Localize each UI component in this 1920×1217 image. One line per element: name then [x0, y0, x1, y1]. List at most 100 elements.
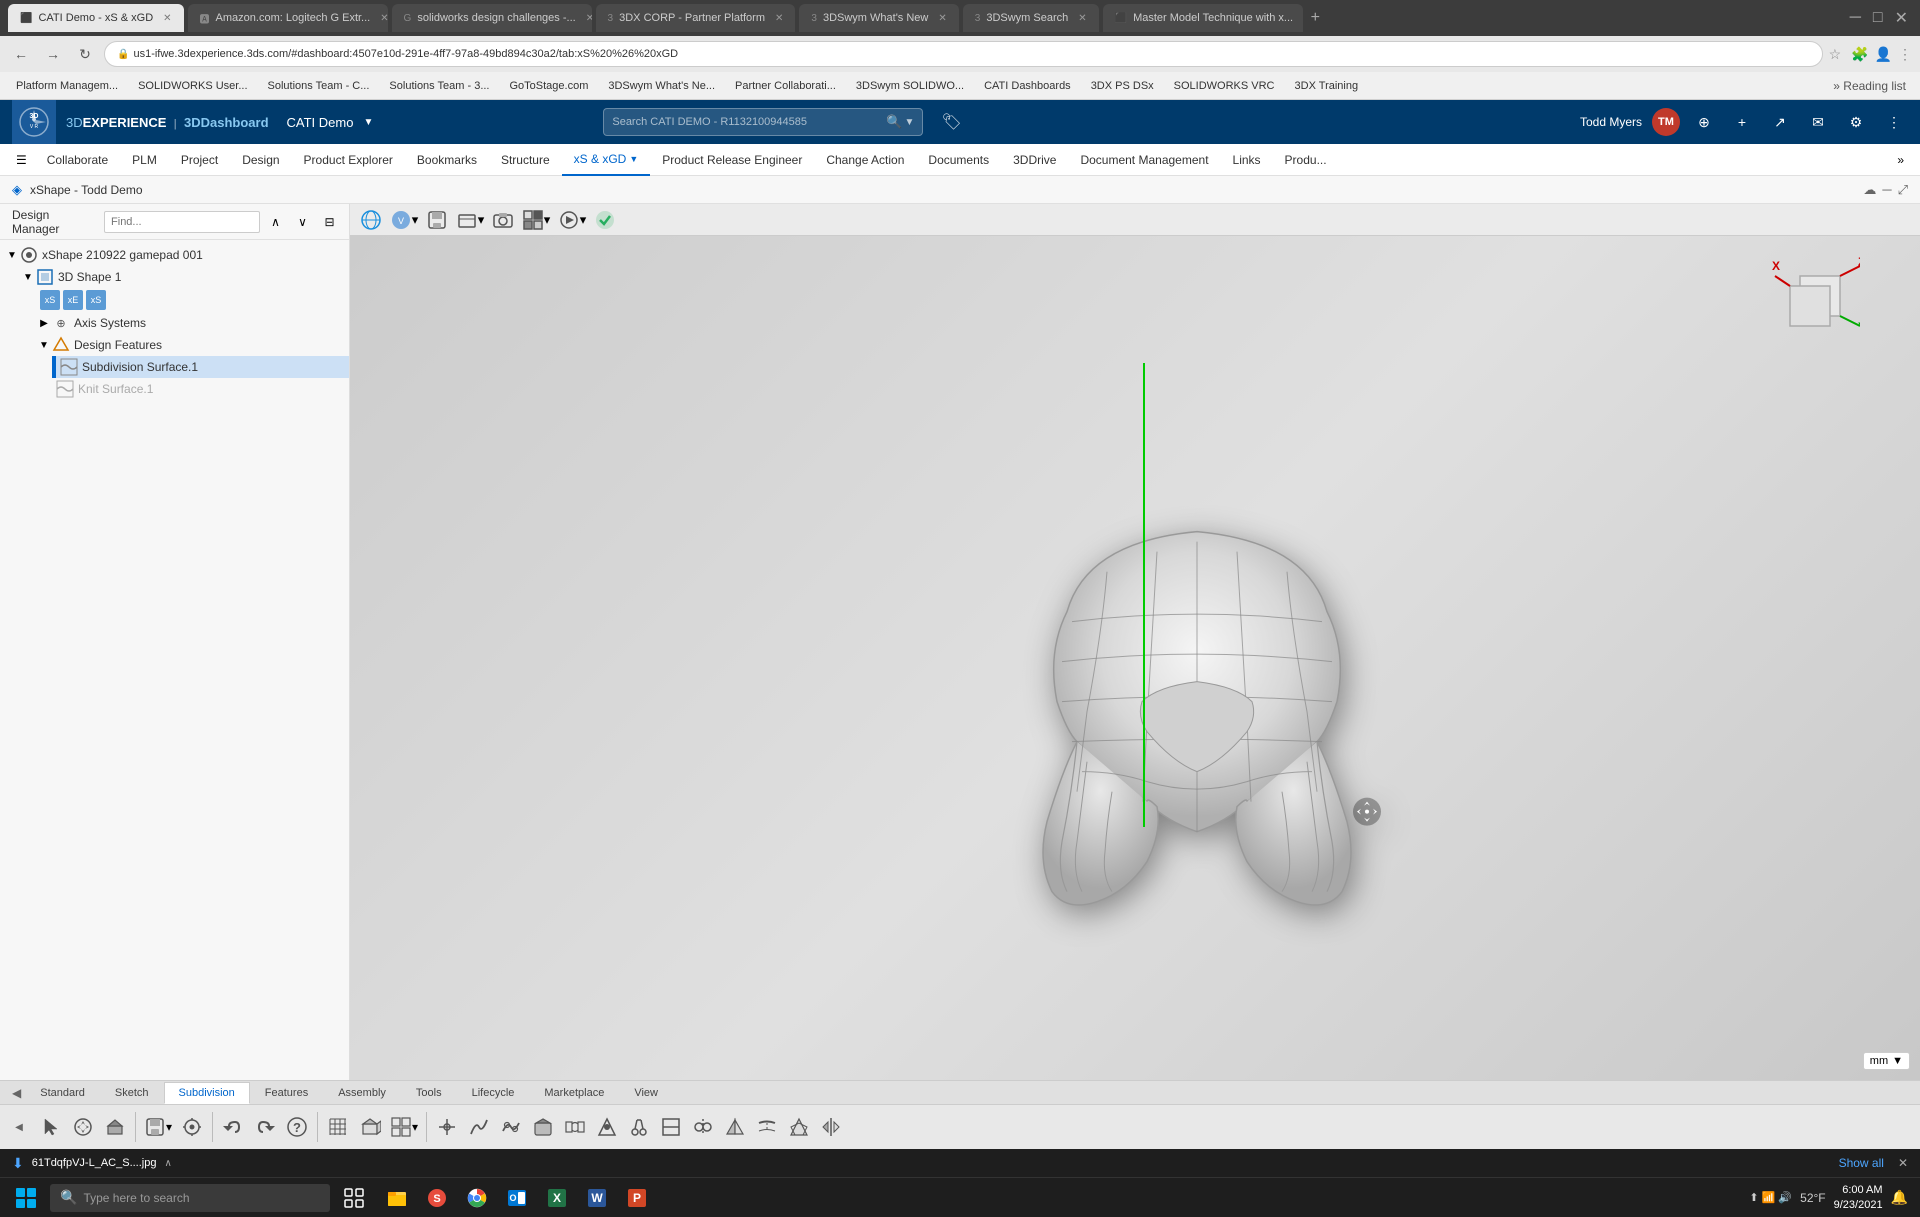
nav-plm[interactable]: PLM: [120, 144, 169, 176]
tb-tools-btn[interactable]: [177, 1109, 207, 1145]
tb-mirror-btn[interactable]: [720, 1109, 750, 1145]
bookmark-1[interactable]: SOLIDWORKS User...: [130, 78, 255, 94]
vp-camera-btn[interactable]: [490, 207, 516, 233]
tb-multiview-btn[interactable]: ▾: [387, 1109, 421, 1145]
tree-expand-3dshape[interactable]: ▼: [20, 269, 36, 285]
nav-product-explorer[interactable]: Product Explorer: [292, 144, 405, 176]
tag-icon[interactable]: 🏷: [941, 112, 961, 132]
nav-product-release[interactable]: Product Release Engineer: [650, 144, 814, 176]
tree-expand-axis[interactable]: ▶: [36, 315, 52, 331]
taskbar-app-word[interactable]: W: [578, 1180, 616, 1216]
tb-cut-btn[interactable]: [624, 1109, 654, 1145]
start-btn[interactable]: [4, 1180, 48, 1216]
tree-knit[interactable]: Knit Surface.1: [0, 378, 349, 400]
bookmark-9[interactable]: 3DX PS DSx: [1083, 78, 1162, 94]
status-close-btn[interactable]: ✕: [1898, 1156, 1908, 1170]
tree-shape-icon-2[interactable]: xE: [63, 290, 83, 310]
find-up-btn[interactable]: ∧: [264, 210, 287, 234]
show-all-btn[interactable]: Show all: [1839, 1156, 1884, 1170]
vp-check-btn[interactable]: [592, 207, 618, 233]
bookmark-0[interactable]: Platform Managem...: [8, 78, 126, 94]
tab-close-2[interactable]: ✕: [586, 13, 592, 24]
bottom-tab-scroll-left[interactable]: ◀: [8, 1086, 25, 1100]
bookmark-star[interactable]: ☆: [1829, 46, 1842, 63]
nav-xs-xgd[interactable]: xS & xGD ▼: [562, 144, 651, 176]
bottom-tab-features[interactable]: Features: [250, 1082, 323, 1104]
back-btn[interactable]: ←: [8, 41, 34, 67]
nav-doc-management[interactable]: Document Management: [1068, 144, 1220, 176]
tab-close-5[interactable]: ✕: [1078, 13, 1086, 24]
nav-produ[interactable]: Produ...: [1273, 144, 1339, 176]
taskbar-app-explorer[interactable]: [378, 1180, 416, 1216]
search-dropdown-arrow[interactable]: ▼: [904, 117, 914, 128]
bottom-tab-subdivision[interactable]: Subdivision: [164, 1082, 250, 1104]
add-btn[interactable]: +: [1728, 108, 1756, 136]
tb-fill-btn[interactable]: [528, 1109, 558, 1145]
address-bar[interactable]: 🔒 us1-ifwe.3dexperience.3ds.com/#dashboa…: [104, 41, 1823, 67]
nav-change-action[interactable]: Change Action: [814, 144, 916, 176]
tb-symmetry-btn[interactable]: [816, 1109, 846, 1145]
bookmark-10[interactable]: SOLIDWORKS VRC: [1166, 78, 1283, 94]
tb-expand-btn[interactable]: ◀: [4, 1109, 34, 1145]
bookmark-6[interactable]: Partner Collaborati...: [727, 78, 844, 94]
minimize-panel-btn[interactable]: ─: [1882, 182, 1891, 198]
cloud-icon[interactable]: ☁: [1863, 182, 1876, 198]
tb-3d-btn[interactable]: [355, 1109, 385, 1145]
company-dropdown-arrow[interactable]: ▼: [363, 117, 373, 128]
tree-shape-icon-1[interactable]: xS: [40, 290, 60, 310]
tb-extrude-btn[interactable]: [100, 1109, 130, 1145]
browser-menu-btn[interactable]: ⋮: [1898, 46, 1912, 63]
bookmark-3[interactable]: Solutions Team - 3...: [381, 78, 497, 94]
nav-structure[interactable]: Structure: [489, 144, 562, 176]
vp-render-btn[interactable]: ▾: [556, 207, 588, 233]
viewport-canvas[interactable]: Z Y X mm ▼: [350, 236, 1920, 1080]
bottom-tab-sketch[interactable]: Sketch: [100, 1082, 164, 1104]
find-input[interactable]: [104, 211, 260, 233]
maximize-btn[interactable]: □: [1869, 9, 1887, 27]
nav-links[interactable]: Links: [1221, 144, 1273, 176]
nav-collaborate[interactable]: Collaborate: [35, 144, 120, 176]
tb-bridge-btn[interactable]: [560, 1109, 590, 1145]
tb-weld-btn[interactable]: [688, 1109, 718, 1145]
tree-expand-features[interactable]: ▼: [36, 337, 52, 353]
vp-display-btn[interactable]: ▾: [520, 207, 552, 233]
bookmark-5[interactable]: 3DSwym What's Ne...: [600, 78, 723, 94]
refresh-btn[interactable]: ↻: [72, 41, 98, 67]
tb-smooth-btn[interactable]: [496, 1109, 526, 1145]
tb-help-btn[interactable]: ?: [282, 1109, 312, 1145]
tree-subdivision[interactable]: Subdivision Surface.1: [56, 356, 349, 378]
bottom-tab-marketplace[interactable]: Marketplace: [529, 1082, 619, 1104]
bookmark-7[interactable]: 3DSwym SOLIDWO...: [848, 78, 972, 94]
restore-panel-btn[interactable]: ⤢: [1898, 182, 1908, 198]
find-down-btn[interactable]: ∨: [291, 210, 314, 234]
tab-close-3[interactable]: ✕: [775, 13, 783, 24]
tb-redo-btn[interactable]: [250, 1109, 280, 1145]
taskbar-app-snagit[interactable]: S: [418, 1180, 456, 1216]
bottom-tab-assembly[interactable]: Assembly: [323, 1082, 401, 1104]
vp-scene-btn[interactable]: ▾: [454, 207, 486, 233]
taskbar-search-box[interactable]: 🔍 Type here to search: [50, 1184, 330, 1212]
tab-solidworks[interactable]: G solidworks design challenges -... ✕: [392, 4, 592, 32]
settings-btn[interactable]: ⚙: [1842, 108, 1870, 136]
nav-project[interactable]: Project: [169, 144, 230, 176]
tb-unfold-btn[interactable]: [784, 1109, 814, 1145]
tab-amazon[interactable]: 🅰 Amazon.com: Logitech G Extr... ✕: [188, 4, 388, 32]
tree-3dshape[interactable]: ▼ 3D Shape 1: [0, 266, 349, 288]
minimize-btn[interactable]: ─: [1846, 9, 1865, 27]
menu-btn[interactable]: ⋮: [1880, 108, 1908, 136]
nav-3ddrive[interactable]: 3DDrive: [1001, 144, 1068, 176]
nav-bookmarks[interactable]: Bookmarks: [405, 144, 489, 176]
tab-close-4[interactable]: ✕: [938, 13, 946, 24]
chat-btn[interactable]: ✉: [1804, 108, 1832, 136]
vp-save-btn[interactable]: [424, 207, 450, 233]
company-name[interactable]: CATI Demo: [287, 115, 354, 130]
tb-crease-btn[interactable]: [464, 1109, 494, 1145]
tb-undo-btn[interactable]: [218, 1109, 248, 1145]
tb-move-axis-btn[interactable]: [432, 1109, 462, 1145]
search-input[interactable]: [612, 116, 886, 128]
tb-move-btn[interactable]: [68, 1109, 98, 1145]
tree-root[interactable]: ▼ xShape 210922 gamepad 001: [0, 244, 349, 266]
nav-documents[interactable]: Documents: [916, 144, 1001, 176]
search-icon[interactable]: 🔍: [886, 114, 902, 130]
taskbar-app-chrome[interactable]: [458, 1180, 496, 1216]
